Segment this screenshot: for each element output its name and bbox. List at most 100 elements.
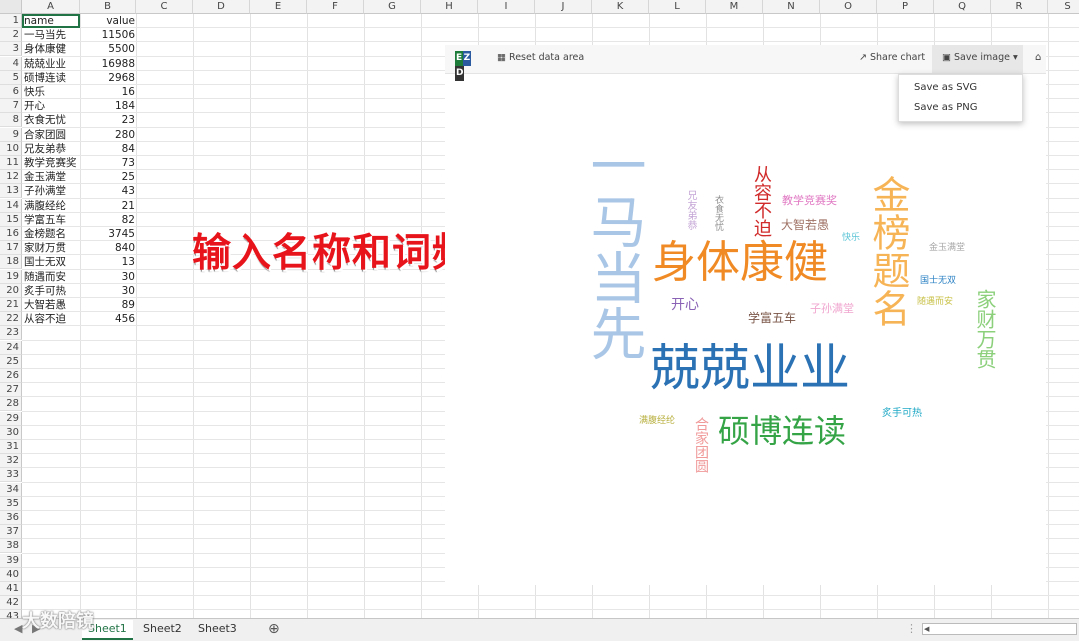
name-cell[interactable]: 学富五车 <box>24 213 80 227</box>
name-cell[interactable]: 开心 <box>24 99 80 113</box>
save-image-button[interactable]: ▣ Save image ▾ <box>932 45 1023 73</box>
row-header[interactable]: 27 <box>0 383 22 398</box>
row-header[interactable]: 28 <box>0 397 22 412</box>
row-header[interactable]: 26 <box>0 369 22 383</box>
name-cell[interactable]: 合家团圆 <box>24 128 80 142</box>
value-cell[interactable]: 89 <box>80 298 135 312</box>
row-header[interactable]: 39 <box>0 553 22 568</box>
share-chart-button[interactable]: ↗ Share chart <box>859 52 925 63</box>
value-cell[interactable]: 13 <box>80 255 135 269</box>
value-cell[interactable]: 280 <box>80 128 135 142</box>
column-header-i[interactable]: I <box>478 0 535 14</box>
row-header[interactable]: 8 <box>0 113 22 128</box>
row-header[interactable]: 6 <box>0 85 22 99</box>
row-header[interactable]: 21 <box>0 298 22 312</box>
row-header[interactable]: 4 <box>0 56 22 71</box>
name-cell[interactable]: 衣食无忧 <box>24 113 80 127</box>
column-header-q[interactable]: Q <box>934 0 991 14</box>
value-cell[interactable]: 73 <box>80 156 135 170</box>
row-header[interactable]: 32 <box>0 454 22 469</box>
name-cell[interactable]: 金玉满堂 <box>24 170 80 184</box>
home-icon[interactable]: ⌂ <box>1035 52 1041 63</box>
name-cell[interactable]: 兄友弟恭 <box>24 142 80 156</box>
row-header[interactable]: 34 <box>0 482 22 497</box>
name-cell[interactable]: 一马当先 <box>24 28 80 42</box>
row-header[interactable]: 13 <box>0 184 22 199</box>
value-cell[interactable]: 16988 <box>80 57 135 71</box>
value-cell[interactable]: 840 <box>80 241 135 255</box>
name-cell[interactable]: 教学竞赛奖 <box>24 156 80 170</box>
reset-data-button[interactable]: ▦ Reset data area <box>497 52 584 63</box>
name-cell[interactable]: 满腹经纶 <box>24 199 80 213</box>
value-cell[interactable]: 11506 <box>80 28 135 42</box>
value-cell[interactable]: 456 <box>80 312 135 326</box>
horizontal-scrollbar[interactable]: ◀ <box>922 623 1077 635</box>
column-header-f[interactable]: F <box>307 0 364 14</box>
save-as-svg-item[interactable]: Save as SVG <box>914 82 977 93</box>
tab-sheet3[interactable]: Sheet3 <box>192 620 243 638</box>
name-cell[interactable]: 从容不迫 <box>24 312 80 326</box>
name-cell[interactable]: 身体康健 <box>24 42 80 56</box>
row-header[interactable]: 11 <box>0 156 22 170</box>
value-cell[interactable]: 3745 <box>80 227 135 241</box>
row-header[interactable]: 7 <box>0 99 22 114</box>
column-header-m[interactable]: M <box>706 0 763 14</box>
value-cell[interactable]: 84 <box>80 142 135 156</box>
value-cell[interactable]: 30 <box>80 270 135 284</box>
column-header-k[interactable]: K <box>592 0 649 14</box>
more-options-icon[interactable]: ⋮ <box>900 620 923 638</box>
column-header-s[interactable]: S <box>1048 0 1079 14</box>
value-cell[interactable]: 184 <box>80 99 135 113</box>
row-header[interactable]: 3 <box>0 42 22 57</box>
row-header[interactable]: 2 <box>0 28 22 43</box>
name-cell[interactable]: 兢兢业业 <box>24 57 80 71</box>
row-header[interactable]: 29 <box>0 411 22 426</box>
row-header[interactable]: 41 <box>0 582 22 596</box>
header-cell-value[interactable]: value <box>80 14 135 28</box>
row-header[interactable]: 23 <box>0 326 22 341</box>
row-header[interactable]: 17 <box>0 241 22 256</box>
column-header-j[interactable]: J <box>535 0 592 14</box>
row-header[interactable]: 19 <box>0 269 22 284</box>
column-header-e[interactable]: E <box>250 0 307 14</box>
row-header[interactable]: 42 <box>0 596 22 611</box>
column-header-d[interactable]: D <box>193 0 250 14</box>
row-header[interactable]: 25 <box>0 354 22 369</box>
row-header[interactable]: 20 <box>0 283 22 298</box>
scroll-left-icon[interactable]: ◀ <box>924 625 932 633</box>
value-cell[interactable]: 16 <box>80 85 135 99</box>
row-header[interactable]: 38 <box>0 539 22 554</box>
plus-circle-icon[interactable]: ⊕ <box>262 620 286 638</box>
select-all-corner[interactable] <box>0 0 22 14</box>
value-cell[interactable]: 82 <box>80 213 135 227</box>
row-header[interactable]: 30 <box>0 425 22 440</box>
column-header-g[interactable]: G <box>364 0 421 14</box>
row-header[interactable]: 36 <box>0 511 22 525</box>
save-as-png-item[interactable]: Save as PNG <box>914 102 978 113</box>
name-cell[interactable]: 国士无双 <box>24 255 80 269</box>
spreadsheet-grid[interactable]: ABCDEFGHIJKLMNOPQRS 1 2 3 4 5 6 7 8 9 10 11 12 13 14 1… <box>0 0 1079 618</box>
column-header-r[interactable]: R <box>991 0 1048 14</box>
row-header[interactable]: 33 <box>0 468 22 483</box>
name-cell[interactable]: 子孙满堂 <box>24 184 80 198</box>
row-header[interactable]: 18 <box>0 255 22 270</box>
row-header[interactable]: 35 <box>0 496 22 511</box>
column-header-a[interactable]: A <box>22 0 80 14</box>
name-cell[interactable]: 炙手可热 <box>24 284 80 298</box>
row-header[interactable]: 1 <box>0 14 22 28</box>
value-cell[interactable]: 23 <box>80 113 135 127</box>
column-header-h[interactable]: H <box>421 0 478 14</box>
row-header[interactable]: 5 <box>0 70 22 85</box>
tab-sheet2[interactable]: Sheet2 <box>137 620 188 638</box>
row-header[interactable]: 37 <box>0 525 22 540</box>
row-header[interactable]: 12 <box>0 170 22 185</box>
column-header-c[interactable]: C <box>136 0 193 14</box>
name-cell[interactable]: 家财万贯 <box>24 241 80 255</box>
value-cell[interactable]: 5500 <box>80 42 135 56</box>
row-header[interactable]: 10 <box>0 141 22 156</box>
row-header[interactable]: 40 <box>0 567 22 582</box>
row-header[interactable]: 14 <box>0 198 22 213</box>
name-cell[interactable]: 大智若愚 <box>24 298 80 312</box>
row-header[interactable]: 9 <box>0 127 22 142</box>
row-header[interactable]: 22 <box>0 312 22 327</box>
